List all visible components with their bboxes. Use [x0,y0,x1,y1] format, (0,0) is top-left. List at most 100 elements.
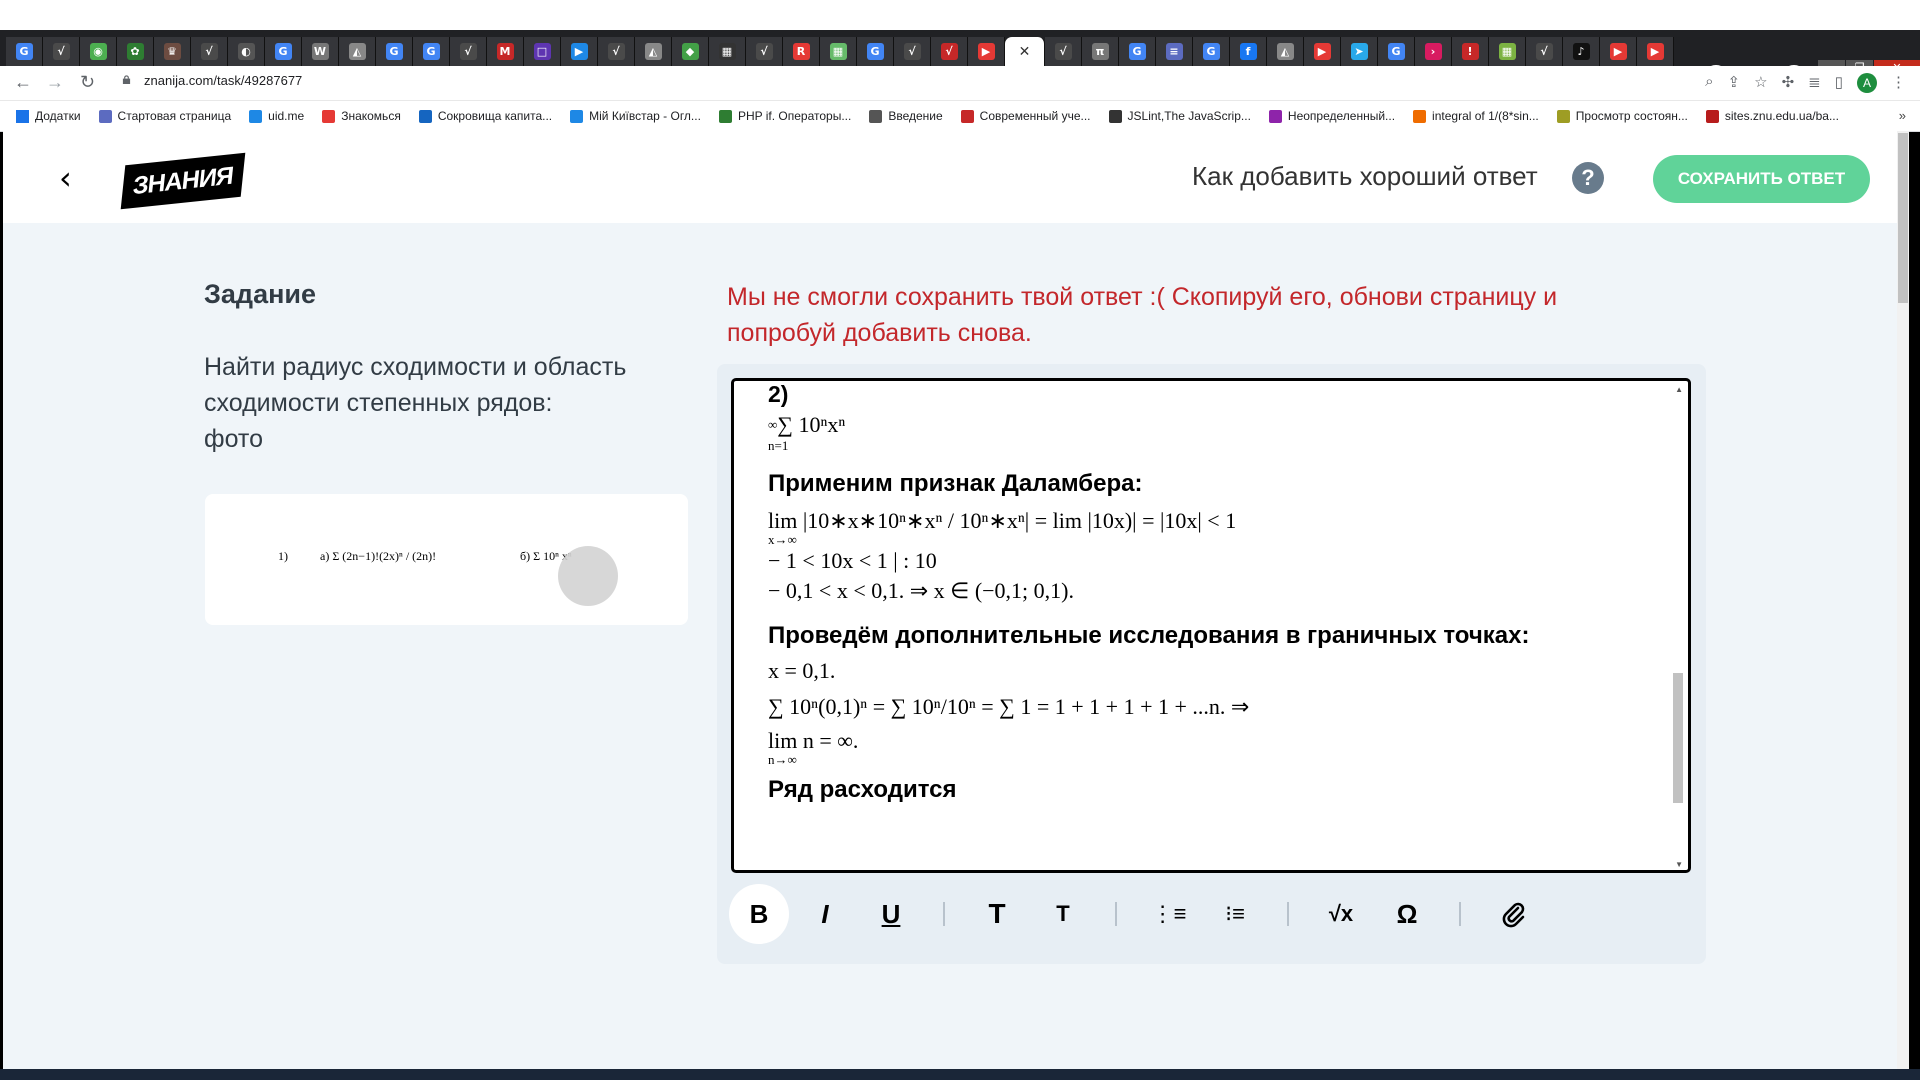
bookmark-item[interactable]: JSLint,The JavaScrip... [1108,109,1251,123]
browser-tab[interactable]: G [857,37,894,66]
browser-tab[interactable]: ♪ [1563,37,1600,66]
bookmark-item[interactable]: Введение [869,109,943,123]
browser-tab[interactable]: f [1230,37,1267,66]
help-icon[interactable]: ? [1572,162,1604,194]
bookmark-item[interactable]: integral of 1/(8*sin... [1413,109,1539,123]
italic-button[interactable]: I [795,884,855,944]
browser-tab[interactable]: ◭ [635,37,672,66]
editor-scrollbar-thumb[interactable] [1673,673,1683,803]
browser-tab[interactable]: ◭ [339,37,376,66]
tab-favicon-icon: ▦ [718,43,736,60]
browser-tab[interactable]: √ [1526,37,1563,66]
bookmark-item[interactable]: Сокровища капита... [418,109,552,123]
bookmark-item[interactable]: Мій Київстар - Огл... [570,109,701,123]
bookmarks-more-button[interactable]: » [1899,108,1906,123]
bullet-list-button[interactable]: ⁝≡ [1205,884,1265,944]
browser-tab[interactable]: ✿ [117,37,154,66]
browser-tab[interactable]: G [413,37,450,66]
browser-tab[interactable]: ! [1452,37,1489,66]
menu-icon[interactable]: ⋮ [1891,73,1906,93]
bookmark-item[interactable]: sites.znu.edu.ua/ba... [1705,109,1839,123]
share-icon[interactable]: ⇪ [1728,73,1741,93]
editor-scrollbar[interactable]: ▲ ▼ [1672,383,1686,869]
special-symbol-button[interactable]: Ω [1377,884,1437,944]
scroll-down-icon[interactable]: ▼ [1675,860,1683,869]
browser-tab[interactable]: □ [524,37,561,66]
browser-tab[interactable]: ▶ [1637,37,1674,66]
browser-tab[interactable]: G [1193,37,1230,66]
browser-tab[interactable]: R [783,37,820,66]
forward-arrow-icon[interactable]: → [46,72,64,93]
page-scrollbar[interactable] [1897,131,1909,1069]
formula-button[interactable]: √x [1311,884,1371,944]
bookmark-item[interactable]: PHP if. Операторы... [718,109,851,123]
browser-tab[interactable]: ◭ [1267,37,1304,66]
back-arrow-icon[interactable]: ← [14,72,32,93]
page-scrollbar-thumb[interactable] [1898,133,1908,303]
ordered-list-button[interactable]: ⋮≡ [1139,884,1199,944]
bookmark-item[interactable]: Знакомься [322,109,401,123]
browser-tab[interactable]: √ [894,37,931,66]
browser-tab[interactable]: ♛ [154,37,191,66]
bookmark-item[interactable]: Современный уче... [960,109,1091,123]
browser-tab[interactable]: ▦ [1489,37,1526,66]
browser-tab[interactable]: ▦ [820,37,857,66]
back-chevron-icon[interactable]: ‹ [59,159,72,197]
bold-button[interactable]: B [729,884,789,944]
browser-tab[interactable]: ◐ [228,37,265,66]
browser-tab[interactable]: √ [1045,37,1082,66]
close-tab-icon: ✕ [1018,43,1031,60]
browser-tab[interactable]: √ [43,37,80,66]
save-answer-button[interactable]: СОХРАНИТЬ ОТВЕТ [1653,155,1870,203]
browser-tab[interactable]: ◆ [672,37,709,66]
side-panel-icon[interactable]: ▯ [1835,73,1843,93]
zoom-icon[interactable]: ⌕ [1705,73,1713,93]
reload-icon[interactable]: ↻ [80,72,95,93]
scroll-up-icon[interactable]: ▲ [1675,385,1683,394]
underline-button[interactable]: U [861,884,921,944]
browser-tab[interactable]: G [265,37,302,66]
bookmark-favicon-icon [1705,109,1719,123]
bookmark-item[interactable]: uid.me [249,109,304,123]
bookmark-item[interactable]: Неопределенный... [1268,109,1395,123]
browser-tab[interactable]: ◉ [80,37,117,66]
browser-tab[interactable]: ≡ [1156,37,1193,66]
bookmark-item[interactable]: Просмотр состоян... [1556,109,1688,123]
attach-icon[interactable] [1483,884,1543,944]
task-attachment-image[interactable]: 1) а) Σ (2n−1)!(2x)ⁿ / (2n)! б) Σ 10ⁿ xⁿ [205,494,688,625]
bookmark-item[interactable]: Додатки [16,109,81,123]
browser-tab-active[interactable]: ✕ [1005,37,1045,66]
answer-editor[interactable]: 2) ∞ ∑ 10ⁿxⁿ n=1 Применим признак Даламб… [731,378,1691,873]
bookmark-item[interactable]: Стартовая страница [98,109,231,123]
browser-tab[interactable]: √ [931,37,968,66]
browser-tab[interactable]: π [1082,37,1119,66]
browser-tab[interactable]: ▦ [709,37,746,66]
browser-tab[interactable]: ▶ [561,37,598,66]
browser-tab[interactable]: M [487,37,524,66]
browser-tab[interactable]: › [1415,37,1452,66]
help-link[interactable]: Как добавить хороший ответ [1192,161,1538,192]
browser-tab[interactable]: √ [191,37,228,66]
znanija-logo[interactable]: ЗНАНИЯ [120,152,246,210]
browser-tab[interactable]: ▶ [1600,37,1637,66]
browser-tab[interactable]: √ [746,37,783,66]
browser-tab[interactable]: G [6,37,43,66]
bookmark-star-icon[interactable]: ☆ [1754,73,1767,93]
browser-tab[interactable]: ▶ [1304,37,1341,66]
tab-favicon-icon: ♪ [1572,43,1590,60]
browser-tab[interactable]: √ [450,37,487,66]
browser-tab[interactable]: W [302,37,339,66]
browser-tab[interactable]: ▶ [968,37,1005,66]
heading-large-button[interactable]: T [967,884,1027,944]
browser-tab[interactable]: G [1119,37,1156,66]
browser-tab[interactable]: G [1378,37,1415,66]
browser-tab[interactable]: ➤ [1341,37,1378,66]
browser-tab[interactable]: G [376,37,413,66]
reading-list-icon[interactable]: ≣ [1808,73,1821,93]
url-field[interactable]: znanija.com/task/49287677 [144,73,302,88]
heading-small-button[interactable]: T [1033,884,1093,944]
profile-avatar[interactable]: A [1857,73,1877,93]
bookmark-label: Мій Київстар - Огл... [589,109,701,123]
extensions-icon[interactable]: ✣ [1782,73,1795,93]
browser-tab[interactable]: √ [598,37,635,66]
